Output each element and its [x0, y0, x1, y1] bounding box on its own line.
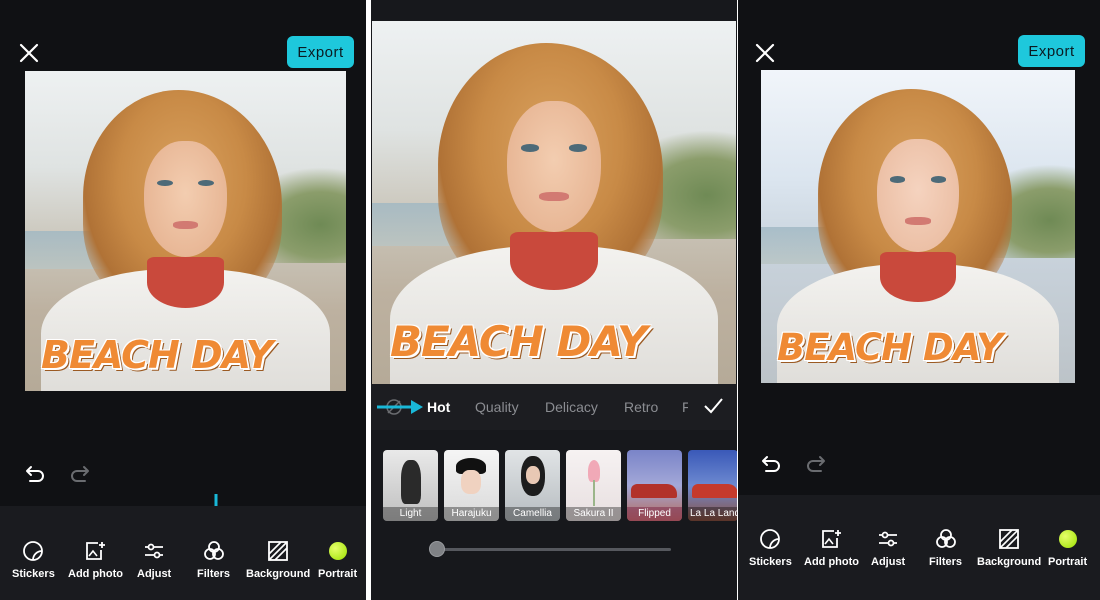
tab-hot[interactable]: Hot — [427, 399, 450, 415]
none-filter-icon[interactable] — [377, 396, 427, 418]
slider-knob[interactable] — [429, 541, 445, 557]
tool-label: Add photo — [804, 556, 859, 568]
confirm-check-icon[interactable] — [703, 396, 723, 416]
filter-label: La La Land — [688, 507, 737, 521]
tool-label: Portrait — [318, 568, 358, 580]
headline-text[interactable]: BEACH DAY — [777, 326, 1003, 369]
tool-filters[interactable]: Filters — [197, 540, 230, 580]
tool-adjust[interactable]: Adjust — [871, 528, 905, 568]
toolbar: Stickers Add photo Adjust Filters Backgr… — [0, 506, 366, 600]
tool-filters[interactable]: Filters — [929, 528, 962, 568]
tool-label: Add photo — [68, 568, 123, 580]
redo-icon[interactable] — [804, 452, 828, 476]
headline-text[interactable]: BEACH DAY — [41, 333, 273, 377]
undo-icon[interactable] — [759, 452, 783, 476]
undo-icon[interactable] — [23, 462, 47, 486]
tool-label: Filters — [197, 568, 231, 580]
filter-thumb-la-la-land[interactable]: La La Land — [688, 450, 737, 521]
close-icon[interactable] — [18, 42, 40, 64]
portrait-dot-icon — [1058, 530, 1077, 548]
filter-thumb-sakura[interactable]: Sakura II — [566, 450, 621, 521]
headline-text: BEACH DAY — [390, 317, 647, 366]
filter-thumb-harajuku[interactable]: Harajuku — [444, 450, 499, 521]
filter-label: Harajuku — [444, 507, 499, 521]
sliders-icon — [145, 543, 164, 559]
filter-label: Flipped — [627, 507, 682, 521]
tool-label: Background — [977, 556, 1042, 568]
tool-label: Stickers — [12, 568, 55, 580]
filter-thumbnails: Light Harajuku Camellia Sakura II Flippe… — [383, 450, 737, 522]
filter-label: Camellia — [505, 507, 560, 521]
tool-label: Filters — [929, 556, 963, 568]
export-button[interactable]: Export — [287, 36, 354, 68]
portrait-dot-icon — [328, 542, 347, 560]
filters-icon — [203, 541, 224, 560]
photo-preview: BEACH DAY — [372, 21, 736, 384]
tool-add-photo[interactable]: Add photo — [68, 540, 123, 580]
tab-retro[interactable]: Retro — [624, 399, 658, 415]
editor-panel-original: Export BEACH DAY Stickers Add photo Adju… — [0, 0, 366, 600]
tab-delicacy[interactable]: Delicacy — [545, 399, 598, 415]
editor-panel-filtered: Export BEACH DAY Stickers Add photo Adju… — [738, 0, 1100, 600]
photo-canvas[interactable]: BEACH DAY — [761, 70, 1075, 383]
toolbar: Stickers Add photo Adjust Filters Backgr… — [738, 495, 1100, 600]
redo-icon[interactable] — [68, 462, 92, 486]
filter-category-tabs: Hot Quality Delicacy Retro F — [371, 384, 737, 430]
filter-thumb-light[interactable]: Light — [383, 450, 438, 521]
background-icon — [268, 541, 288, 561]
tool-adjust[interactable]: Adjust — [137, 540, 171, 580]
filter-intensity-slider[interactable] — [429, 541, 671, 557]
filter-label: Sakura II — [566, 507, 621, 521]
sticker-icon — [760, 529, 781, 549]
tool-label: Adjust — [871, 556, 906, 568]
tab-partial[interactable]: F — [682, 399, 688, 415]
tool-background[interactable]: Background — [977, 528, 1041, 568]
filter-thumb-flipped[interactable]: Flipped — [627, 450, 682, 521]
tool-portrait[interactable]: Portrait — [318, 540, 357, 580]
photo-canvas[interactable]: BEACH DAY — [25, 71, 346, 391]
tool-label: Portrait — [1048, 556, 1088, 568]
add-photo-icon — [86, 542, 106, 560]
tool-stickers[interactable]: Stickers — [12, 540, 55, 580]
background-icon — [999, 529, 1019, 549]
tool-label: Background — [246, 568, 311, 580]
filter-thumb-camellia[interactable]: Camellia — [505, 450, 560, 521]
sticker-icon — [23, 541, 44, 561]
tool-label: Stickers — [749, 556, 792, 568]
tab-quality[interactable]: Quality — [475, 399, 519, 415]
tool-add-photo[interactable]: Add photo — [804, 528, 859, 568]
export-button[interactable]: Export — [1018, 35, 1085, 67]
close-icon[interactable] — [754, 42, 776, 64]
filters-icon — [935, 529, 956, 548]
tool-label: Adjust — [137, 568, 172, 580]
tool-background[interactable]: Background — [246, 540, 310, 580]
add-photo-icon — [822, 530, 842, 548]
sliders-icon — [879, 531, 898, 547]
filter-label: Light — [383, 507, 438, 521]
tool-portrait[interactable]: Portrait — [1048, 528, 1087, 568]
tool-stickers[interactable]: Stickers — [749, 528, 792, 568]
filter-panel: BEACH DAY Hot Quality Delicacy Retro F L… — [371, 0, 737, 600]
